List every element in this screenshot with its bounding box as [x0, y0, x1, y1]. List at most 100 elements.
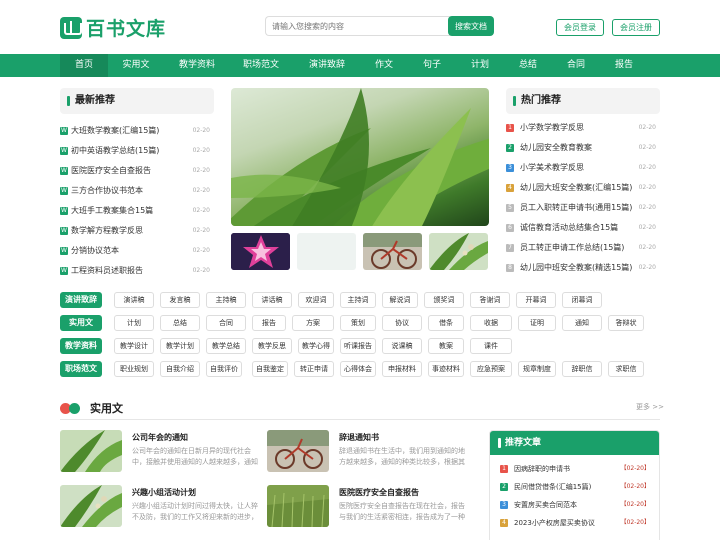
tag[interactable]: 总结	[160, 315, 200, 331]
tag[interactable]: 计划	[114, 315, 154, 331]
list-item[interactable]: W 分销协议范本 02-20	[60, 244, 210, 260]
tag[interactable]: 听课报告	[340, 338, 376, 354]
tag[interactable]: 事迹材料	[428, 361, 464, 377]
tag[interactable]: 开幕词	[516, 292, 556, 308]
nav-item-report[interactable]: 报告	[606, 54, 642, 77]
list-item[interactable]: W 大班手工教案集合15篇 02-20	[60, 204, 210, 220]
nav-item-sentence[interactable]: 句子	[414, 54, 450, 77]
thumbnail[interactable]	[429, 233, 488, 270]
list-item[interactable]: 8 幼儿园中班安全教案(精选15篇) 02-20	[506, 261, 656, 277]
tag[interactable]: 转正申请	[294, 361, 334, 377]
list-item[interactable]: 3 小学美术教学反思 02-20	[506, 161, 656, 177]
list-item[interactable]: W 初中英语教学总结(15篇) 02-20	[60, 144, 210, 160]
tag[interactable]: 教学反思	[252, 338, 292, 354]
thumbnail[interactable]	[231, 233, 290, 270]
tag[interactable]: 解说词	[382, 292, 418, 308]
tag-category-workplace[interactable]: 职场范文	[60, 361, 102, 377]
thumbnail[interactable]	[297, 233, 356, 270]
nav-item-plan[interactable]: 计划	[462, 54, 498, 77]
tag[interactable]: 答谢词	[470, 292, 510, 308]
login-button[interactable]: 会员登录	[556, 19, 604, 36]
logo[interactable]: 百书文库	[60, 14, 166, 41]
tag[interactable]: 策划	[340, 315, 376, 331]
article-card[interactable]: 辞退通知书 辞退通知书在生活中，我们用到通知的地方越来越多，通知的种类比较多，根…	[267, 430, 467, 476]
tag[interactable]: 颁奖词	[424, 292, 464, 308]
list-item[interactable]: 5 员工入职转正申请书(通用15篇) 02-20	[506, 201, 656, 217]
nav-item-summary[interactable]: 总结	[510, 54, 546, 77]
nav-item-workplace[interactable]: 职场范文	[236, 54, 286, 77]
tag[interactable]: 自我鉴定	[252, 361, 288, 377]
tag[interactable]: 报告	[252, 315, 286, 331]
article-card[interactable]: 医院医疗安全自查报告 医院医疗安全自查报告在现在社会，报告与我们的生活紧密相连，…	[267, 485, 467, 531]
tag[interactable]: 方案	[292, 315, 334, 331]
tag[interactable]: 教学心得	[298, 338, 334, 354]
article-card[interactable]: 兴趣小组活动计划 兴趣小组活动计划时间过得太快，让人猝不及防，我们的工作又将迎来…	[60, 485, 260, 531]
register-button[interactable]: 会员注册	[612, 19, 660, 36]
article-card[interactable]: 公司年会的通知 公司年会的通知在日新月异的现代社会中，接触并使用通知的人越来越多…	[60, 430, 260, 476]
tag[interactable]: 欢迎词	[298, 292, 334, 308]
tag-category-teaching[interactable]: 教学资料	[60, 338, 102, 354]
tag[interactable]: 心得体会	[340, 361, 376, 377]
list-item[interactable]: 1 因病辞职的申请书 【02-20】	[500, 462, 650, 476]
list-item[interactable]: 6 诚信教育活动总结集合15篇 02-20	[506, 221, 656, 237]
nav-item-practical[interactable]: 实用文	[113, 54, 159, 77]
list-item[interactable]: 4 幼儿园大班安全教案(汇编15篇) 02-20	[506, 181, 656, 197]
tag[interactable]: 规章制度	[518, 361, 556, 377]
tag[interactable]: 讲话稿	[252, 292, 292, 308]
tag[interactable]: 课件	[470, 338, 512, 354]
more-link[interactable]: 更多 >>	[636, 402, 664, 412]
tag[interactable]: 演讲稿	[114, 292, 154, 308]
tag[interactable]: 应急预案	[470, 361, 512, 377]
list-item[interactable]: 2 民间借贷借条(汇编15篇) 【02-20】	[500, 480, 650, 494]
item-date: 02-20	[638, 124, 656, 131]
tag[interactable]: 主持稿	[206, 292, 246, 308]
tag[interactable]: 通知	[562, 315, 602, 331]
recommend-header: 推荐文章	[490, 431, 659, 455]
item-label: 大班手工教案集合15篇	[71, 206, 154, 215]
search-button[interactable]: 搜索文档	[448, 16, 494, 36]
nav-item-contract[interactable]: 合同	[558, 54, 594, 77]
doc-icon: W	[60, 167, 68, 175]
tag[interactable]: 自我评价	[206, 361, 242, 377]
list-item[interactable]: W 三方合作协议书范本 02-20	[60, 184, 210, 200]
search-input[interactable]	[265, 16, 450, 36]
tag[interactable]: 主持词	[340, 292, 376, 308]
tag[interactable]: 求职信	[608, 361, 644, 377]
list-item[interactable]: W 医院医疗安全自查报告 02-20	[60, 164, 210, 180]
tag[interactable]: 证明	[518, 315, 556, 331]
nav-item-teaching[interactable]: 教学资料	[172, 54, 222, 77]
tag[interactable]: 教案	[428, 338, 464, 354]
tag[interactable]: 申报材料	[382, 361, 422, 377]
tag[interactable]: 教学计划	[160, 338, 200, 354]
tag[interactable]: 借条	[428, 315, 464, 331]
list-item[interactable]: W 大班数学教案(汇编15篇) 02-20	[60, 124, 210, 140]
list-item[interactable]: W 工程资料员述职报告 02-20	[60, 264, 210, 280]
tag-category-practical[interactable]: 实用文	[60, 315, 102, 331]
tag[interactable]: 答辩状	[608, 315, 644, 331]
tag[interactable]: 辞职信	[562, 361, 602, 377]
tag[interactable]: 闭幕词	[562, 292, 602, 308]
tag-category-speech[interactable]: 演讲致辞	[60, 292, 102, 308]
nav-item-essay[interactable]: 作文	[366, 54, 402, 77]
tag[interactable]: 合同	[206, 315, 246, 331]
tag[interactable]: 职业规划	[114, 361, 154, 377]
tag[interactable]: 自我介绍	[160, 361, 200, 377]
tag[interactable]: 收据	[470, 315, 512, 331]
section-header: 实用文	[60, 398, 123, 418]
hero-image[interactable]	[231, 88, 489, 226]
list-item[interactable]: 4 2023小产权房屋买卖协议 【02-20】	[500, 516, 650, 530]
rank-badge: 1	[506, 124, 514, 132]
list-item[interactable]: 3 安置房买卖合同范本 【02-20】	[500, 498, 650, 512]
tag[interactable]: 教学设计	[114, 338, 154, 354]
nav-item-home[interactable]: 首页	[60, 54, 108, 77]
tag[interactable]: 说课稿	[382, 338, 422, 354]
tag[interactable]: 教学总结	[206, 338, 246, 354]
tag[interactable]: 协议	[382, 315, 422, 331]
list-item[interactable]: 1 小学数学教学反思 02-20	[506, 121, 656, 137]
nav-item-speech[interactable]: 演讲致辞	[302, 54, 352, 77]
list-item[interactable]: 2 幼儿园安全教育教案 02-20	[506, 141, 656, 157]
thumbnail[interactable]	[363, 233, 422, 270]
tag[interactable]: 发言稿	[160, 292, 200, 308]
list-item[interactable]: W 数学解方程教学反思 02-20	[60, 224, 210, 240]
list-item[interactable]: 7 员工转正申请工作总结(15篇) 02-20	[506, 241, 656, 257]
